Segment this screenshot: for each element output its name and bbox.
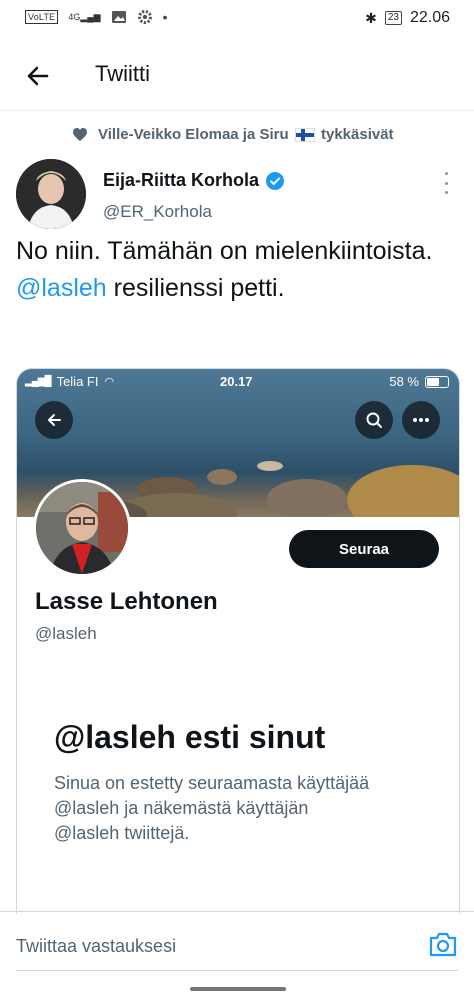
mention-link[interactable]: @lasleh: [16, 274, 107, 302]
author-handle[interactable]: @ER_Korhola: [103, 202, 212, 222]
camera-button[interactable]: [428, 932, 458, 958]
profile-name: Lasse Lehtonen: [35, 588, 218, 615]
follow-button: Seuraa: [289, 530, 439, 568]
settings-gear-icon: [137, 9, 153, 25]
heart-icon: [73, 128, 87, 141]
author-name-text[interactable]: Eija-Riitta Korhola: [103, 170, 259, 191]
profile-handle: @lasleh: [35, 624, 97, 643]
embedded-time: 20.17: [220, 374, 253, 389]
rock-shape: [347, 465, 459, 517]
back-arrow-icon: [27, 66, 49, 86]
tweet-text: No niin. Tämähän on mielenkiintoista. @l…: [16, 233, 456, 307]
bluetooth-icon: ✱: [365, 9, 377, 26]
network-type: 4G: [68, 11, 81, 22]
signal-icon: 4G▂▄▆: [68, 11, 101, 22]
embedded-carrier: Telia FI: [56, 374, 99, 389]
author-avatar[interactable]: [16, 159, 86, 229]
more-dot-icon: [444, 172, 448, 175]
reply-input[interactable]: Twiittaa vastauksesi: [16, 936, 176, 957]
embedded-signal-icon: ▂▄▆█: [25, 376, 52, 387]
camera-icon: [429, 932, 457, 957]
rock-shape: [267, 479, 347, 517]
search-icon: [366, 412, 382, 428]
verified-badge-icon: [266, 171, 285, 190]
liked-by-names[interactable]: Ville-Veikko Elomaa ja Siru: [98, 126, 289, 143]
status-bar: VoLTE 4G▂▄▆ • ✱ 23 22.06: [0, 0, 474, 36]
header: Twiitti: [0, 40, 474, 111]
rock-shape: [207, 469, 237, 485]
status-time: 22.06: [409, 9, 450, 26]
back-arrow-icon: [48, 414, 61, 426]
more-options-button[interactable]: [440, 172, 452, 194]
embedded-status-bar: ▂▄▆█ Telia FI ◠ 20.17 58 %: [17, 369, 459, 395]
embedded-more-button: [402, 401, 440, 439]
notification-dot-icon: •: [162, 9, 168, 25]
embedded-back-button: [35, 401, 73, 439]
rock-shape: [257, 461, 283, 471]
more-dot-icon: [444, 191, 448, 194]
tweet-text-part2: resilienssi petti.: [113, 274, 285, 302]
tweet-image[interactable]: ▂▄▆█ Telia FI ◠ 20.17 58 % Seuraa Lasse …: [16, 368, 460, 914]
back-button[interactable]: [24, 62, 52, 90]
liked-by-suffix: tykkäsivät: [321, 126, 394, 143]
liked-by-row[interactable]: Ville-Veikko Elomaa ja Siru tykkäsivät: [72, 126, 394, 143]
home-indicator[interactable]: [190, 987, 286, 991]
blocked-title: @lasleh esti sinut: [54, 719, 326, 755]
page-title: Twiitti: [95, 61, 150, 86]
embedded-battery-text: 58 %: [389, 374, 419, 389]
embedded-wifi-icon: ◠: [104, 376, 115, 388]
battery-icon: 23: [384, 11, 402, 25]
author-name[interactable]: Eija-Riitta Korhola: [103, 170, 285, 191]
more-dot-icon: [444, 181, 448, 185]
blocked-message: Sinua on estetty seuraamasta käyttäjää @…: [54, 773, 370, 843]
finland-flag-icon: [294, 128, 315, 143]
profile-avatar: [33, 479, 131, 577]
more-horizontal-icon: [413, 418, 429, 422]
reply-bar: Twiittaa vastauksesi: [0, 911, 474, 972]
volte-indicator: VoLTE: [25, 10, 59, 24]
embedded-search-button: [355, 401, 393, 439]
image-icon: [111, 9, 127, 25]
reply-divider: [16, 970, 458, 971]
tweet-text-part1: No niin. Tämähän on mielenkiintoista.: [16, 237, 433, 265]
embedded-battery-icon: [425, 375, 449, 388]
